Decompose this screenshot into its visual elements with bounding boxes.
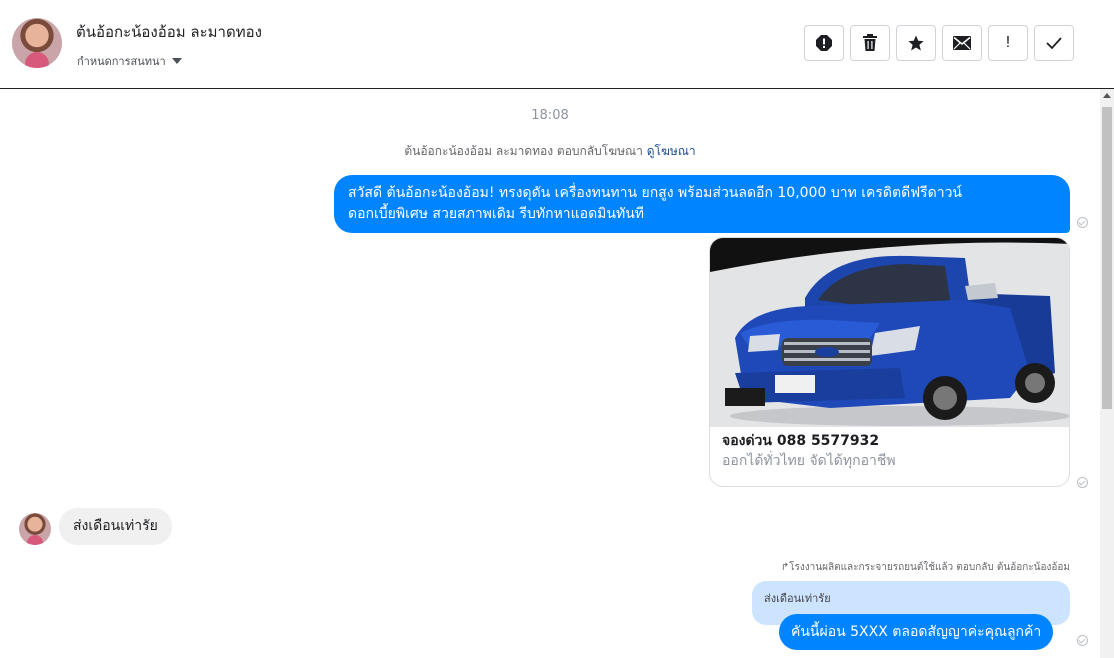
checkmark-icon [1046,37,1062,50]
delete-button[interactable] [850,25,890,61]
mark-spam-button[interactable] [804,25,844,61]
ad-car-image [710,238,1069,427]
scroll-up-arrow-icon[interactable] [1103,93,1111,98]
message-line: ดอกเบี้ยพิเศษ สวยสภาพเดิม รีบทักหาแอดมิน… [348,206,645,222]
outgoing-message: คันนี้ผ่อน 5XXX ตลอดสัญญาค่ะคุณลูกค้า [779,614,1054,650]
ad-reply-text: ต้นอ้อกะน้องอ้อม ละมาดทอง ตอบกลับโฆษณา [404,144,643,158]
message-line: สวัสดี ต้นอ้อกะน้องอ้อม! ทรงดุดัน เครื่อ… [348,185,963,201]
conversation-settings-label: กำหนดการสนทนา [77,55,166,68]
view-ad-link[interactable]: ดูโฆษณา [647,144,696,158]
delivered-check-icon [1077,635,1088,646]
delivered-check-icon [1077,217,1088,228]
caret-down-icon [171,58,182,64]
message-timestamp: 18:08 [531,108,569,123]
star-button[interactable] [896,25,936,61]
envelope-icon [953,36,971,50]
mark-unread-button[interactable] [942,25,982,61]
alert-icon [816,35,832,51]
contact-name[interactable]: ต้นอ้อกะน้องอ้อม ละมาดทอง [76,20,262,44]
conversation-header: ต้นอ้อกะน้องอ้อม ละมาดทอง กำหนดการสนทนา [0,0,1114,89]
chat-scrollbar[interactable] [1100,89,1114,658]
pickup-truck-image [710,238,1069,427]
contact-avatar[interactable] [12,18,62,68]
scroll-thumb[interactable] [1102,107,1112,409]
exclamation-icon: ! [1005,34,1011,51]
conversation-settings-dropdown[interactable]: กำหนดการสนทนา [77,52,182,70]
outgoing-message: สวัสดี ต้นอ้อกะน้องอ้อม! ทรงดุดัน เครื่อ… [334,175,1070,233]
mark-done-button[interactable] [1034,25,1074,61]
trash-icon [863,34,877,51]
ad-card[interactable]: จองด่วน 088 5577932 ออกได้ทั่วไทย จัดได้… [709,237,1070,487]
action-toolbar: ! [804,25,1074,61]
contact-avatar-small[interactable] [19,513,51,545]
reply-context: ↱โรงงานผลิตและกระจายรถยนต์ใช้แล้ว ตอบกลั… [780,562,1070,573]
follow-up-button[interactable]: ! [988,25,1028,61]
ad-subtitle: ออกได้ทั่วไทย จัดได้ทุกอาชีพ [722,453,896,469]
incoming-message: ส่งเดือนเท่ารัย [59,508,172,545]
delivered-check-icon [1077,477,1088,488]
ad-title: จองด่วน 088 5577932 [722,433,880,449]
ad-reply-notice: ต้นอ้อกะน้องอ้อม ละมาดทอง ตอบกลับโฆษณา ด… [0,142,1100,161]
star-icon [908,35,924,51]
